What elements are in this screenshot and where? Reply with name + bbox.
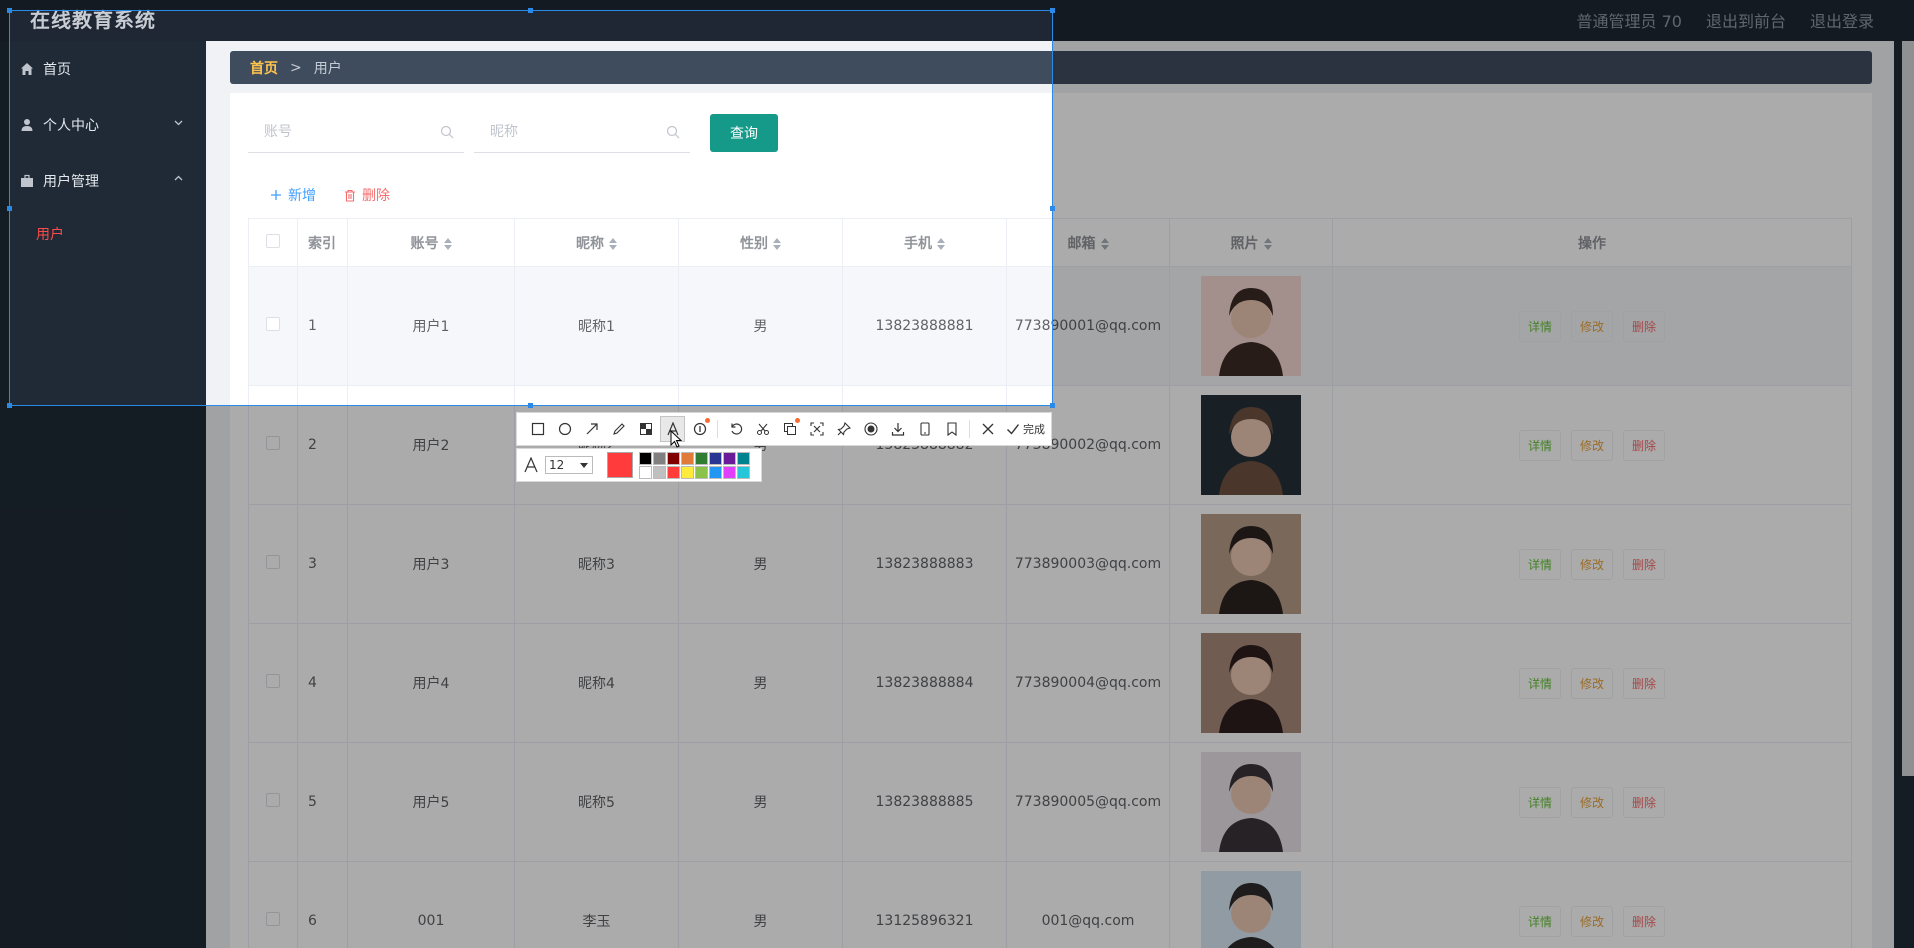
pencil-tool[interactable] (606, 416, 631, 442)
mosaic-icon (639, 423, 652, 435)
resize-handle[interactable] (528, 403, 533, 408)
mouse-cursor-icon (670, 430, 682, 448)
arrow-icon (586, 423, 598, 435)
finish-label: 完成 (1023, 423, 1045, 436)
color-swatch[interactable] (667, 451, 680, 465)
copy-icon (783, 423, 796, 435)
color-swatch[interactable] (681, 451, 694, 465)
resize-handle[interactable] (7, 206, 12, 211)
color-swatch[interactable] (653, 451, 666, 465)
resize-handle[interactable] (528, 8, 533, 13)
cut-icon (756, 423, 769, 435)
color-swatch[interactable] (639, 465, 652, 479)
pencil-icon (612, 423, 625, 435)
font-size-select[interactable]: 12 (545, 456, 593, 474)
app-window: 在线教育系统 普通管理员 70 退出到前台 退出登录 首页 个人中心 用户管理 … (0, 0, 1914, 948)
ellipse-icon (558, 422, 571, 436)
arrow-tool[interactable] (579, 416, 604, 442)
phone-tool[interactable] (912, 416, 937, 442)
record-icon (863, 422, 878, 436)
color-swatch[interactable] (653, 465, 666, 479)
capture-selection-frame[interactable] (9, 10, 1053, 406)
phone-icon (919, 422, 930, 436)
color-swatch[interactable] (723, 451, 736, 465)
font-size-value: 12 (549, 458, 565, 472)
pin-icon (836, 422, 851, 436)
color-swatch[interactable] (667, 465, 680, 479)
rectangle-icon (531, 422, 544, 436)
record-tool[interactable] (858, 416, 883, 442)
current-color-swatch[interactable] (607, 452, 633, 478)
font-icon (524, 457, 538, 473)
download-tool[interactable] (885, 416, 910, 442)
finish-capture-button[interactable]: 完成 (1006, 421, 1045, 437)
color-swatch[interactable] (695, 451, 708, 465)
color-swatch[interactable] (709, 451, 722, 465)
bookmark-icon (946, 422, 957, 436)
capture-dim-overlay (0, 406, 1914, 948)
pin-tool[interactable] (831, 416, 856, 442)
chevron-down-icon (580, 463, 588, 468)
color-swatch[interactable] (709, 465, 722, 479)
ellipse-tool[interactable] (552, 416, 577, 442)
color-swatch[interactable] (639, 451, 652, 465)
bookmark-tool[interactable] (939, 416, 964, 442)
resize-handle[interactable] (7, 403, 12, 408)
color-palette (639, 451, 750, 479)
color-swatch[interactable] (695, 465, 708, 479)
close-capture-button[interactable] (975, 416, 1000, 442)
ocr-tool[interactable] (804, 416, 829, 442)
close-icon (982, 423, 993, 435)
capture-toolbar: 完成 (516, 412, 1052, 446)
color-swatch[interactable] (737, 465, 750, 479)
rectangle-tool[interactable] (525, 416, 550, 442)
mosaic-tool[interactable] (633, 416, 658, 442)
color-swatch[interactable] (737, 451, 750, 465)
resize-handle[interactable] (1050, 8, 1055, 13)
text-style-bar: 12 (516, 448, 762, 482)
resize-handle[interactable] (1050, 403, 1055, 408)
copy-tool[interactable] (777, 416, 802, 442)
number-tool[interactable] (687, 416, 712, 442)
resize-handle[interactable] (1050, 206, 1055, 211)
capture-dim-overlay (1053, 10, 1914, 406)
color-swatch[interactable] (681, 465, 694, 479)
undo-icon (730, 423, 742, 435)
download-icon (891, 423, 904, 436)
resize-handle[interactable] (7, 8, 12, 13)
color-swatch[interactable] (723, 465, 736, 479)
cut-tool[interactable] (750, 416, 775, 442)
ocr-icon (809, 422, 824, 436)
capture-dim-overlay (0, 0, 1914, 10)
check-icon (1007, 424, 1020, 435)
undo-tool[interactable] (723, 416, 748, 442)
number-icon (693, 422, 706, 436)
